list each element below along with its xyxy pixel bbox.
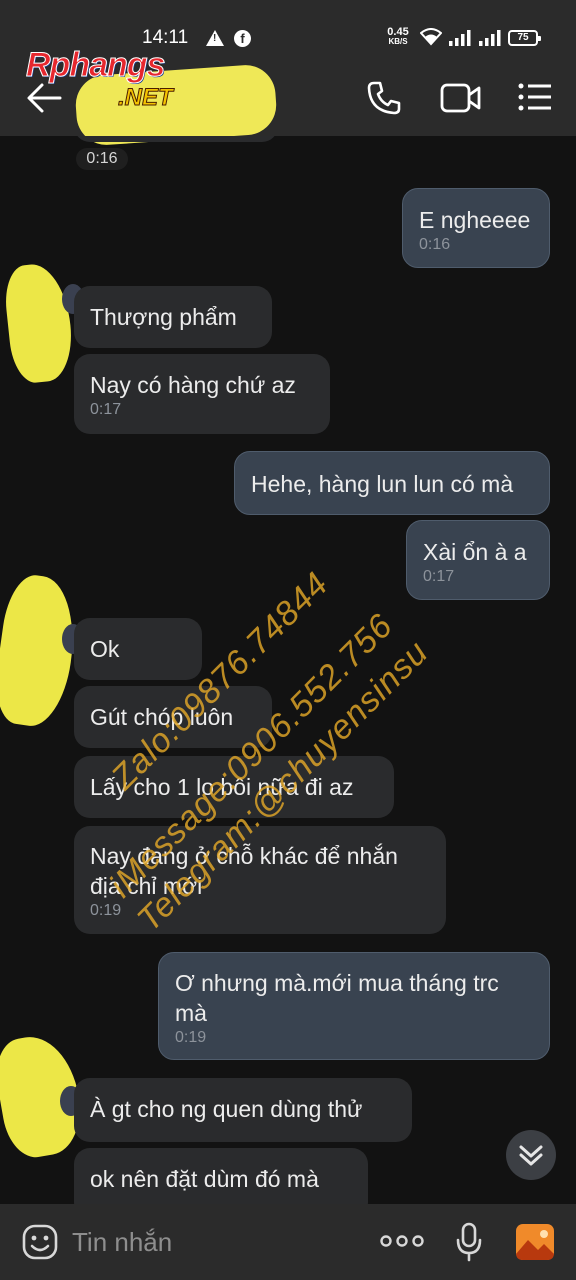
message-bubble-incoming[interactable]: À gt cho ng quen dùng thử (74, 1078, 412, 1142)
message-bubble-incoming[interactable]: Nay có hàng chứ az 0:17 (74, 354, 330, 434)
message-time: 0:19 (175, 1029, 207, 1046)
message-composer (0, 1204, 576, 1280)
message-text: E ngheeee (419, 207, 531, 233)
network-speed-value: 0.45 (387, 26, 409, 38)
message-bubble-incoming[interactable]: Thượng phẩm (74, 286, 272, 348)
message-input[interactable] (72, 1222, 362, 1262)
network-speed-unit: KB/S (388, 37, 408, 46)
battery-icon: 75 (508, 30, 541, 46)
logo-main-text: Rphangs (25, 46, 165, 85)
alert-icon (206, 30, 224, 46)
signal-icon (449, 30, 471, 46)
signal-icon (479, 30, 501, 46)
microphone-icon[interactable] (456, 1222, 482, 1262)
timestamp: 0:16 (76, 148, 128, 170)
wifi-icon (420, 28, 442, 46)
emoji-icon[interactable] (22, 1224, 58, 1260)
logo-sub-text: .NET (118, 84, 174, 112)
watermark-logo: Rphangs .NET (25, 46, 206, 114)
chevron-double-down-icon (519, 1145, 543, 1166)
message-bubble-outgoing[interactable]: Hehe, hàng lun lun có mà (234, 451, 550, 515)
message-text: Nay có hàng chứ az (90, 372, 296, 398)
message-text: Thượng phẩm (90, 304, 237, 330)
scroll-to-bottom-button[interactable] (506, 1130, 556, 1180)
message-bubble-incoming[interactable]: ok nên đặt dùm đó mà (74, 1148, 368, 1204)
image-gallery-icon[interactable] (514, 1222, 556, 1262)
message-bubble-outgoing[interactable]: E ngheeee 0:16 (402, 188, 550, 268)
phone-icon[interactable] (366, 80, 402, 116)
message-bubble-outgoing[interactable]: Ơ nhưng mà.mới mua tháng trc mà 0:19 (158, 952, 550, 1060)
message-time: 0:17 (423, 568, 455, 585)
contact-avatar-redacted (2, 261, 76, 385)
more-icon[interactable] (380, 1234, 424, 1248)
network-speed: 0.45 KB/S (383, 27, 413, 47)
message-text: À gt cho ng quen dùng thử (90, 1096, 363, 1122)
message-text: ok nên đặt dùm đó mà (90, 1166, 319, 1192)
message-bubble-outgoing[interactable]: Xài ổn à a 0:17 (406, 520, 550, 600)
message-time: 0:16 (419, 236, 451, 253)
message-time: 0:17 (90, 401, 122, 418)
video-call-icon[interactable] (440, 82, 482, 114)
message-text: Xài ổn à a (423, 539, 527, 565)
message-list[interactable]: 0:16 E ngheeee 0:16 Thượng phẩm Nay có h… (0, 136, 576, 1204)
message-text: Ok (90, 636, 120, 662)
message-bubble-incoming[interactable]: Ok (74, 618, 202, 680)
menu-icon[interactable] (518, 82, 552, 112)
facebook-icon: f (234, 30, 251, 47)
message-text: Hehe, hàng lun lun có mà (251, 471, 514, 497)
message-text: Ơ nhưng mà.mới mua tháng trc mà (175, 970, 499, 1026)
message-bubble-partial (74, 136, 278, 142)
